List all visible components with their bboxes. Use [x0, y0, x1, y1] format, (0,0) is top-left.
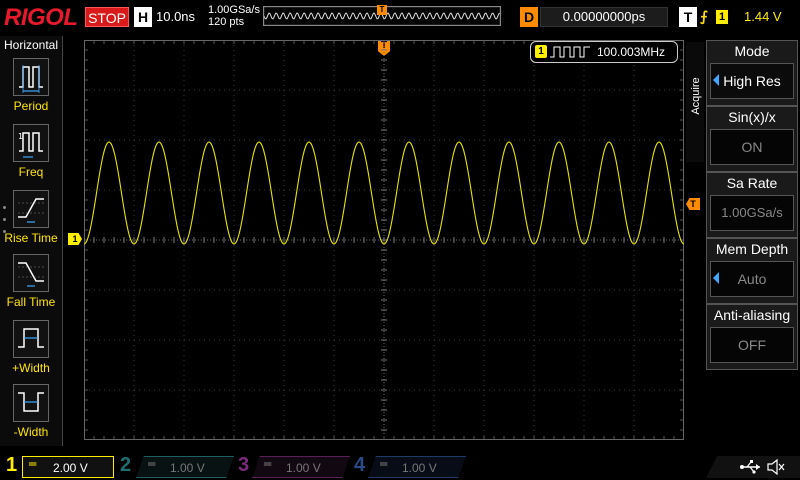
rise-time-icon: [18, 198, 44, 223]
sample-rate-menu[interactable]: Sa Rate 1.00GSa/s: [706, 172, 798, 238]
ch4-coupling-icon: ═: [380, 457, 388, 471]
ch3-number[interactable]: 3: [238, 454, 249, 477]
panel-title: Horizontal: [3, 38, 59, 52]
acquire-mode-text: High Res: [723, 73, 781, 89]
measurement-channel-badge: 1: [535, 45, 547, 58]
delay-label: D: [520, 7, 538, 27]
acquire-menu-tab: Acquire: [686, 42, 704, 162]
ch1-offset-marker[interactable]: 1: [68, 233, 82, 245]
memory-depth-menu[interactable]: Mem Depth Auto: [706, 238, 798, 304]
anti-aliasing-value[interactable]: OFF: [710, 327, 794, 363]
measure-negative-width-label: -Width: [13, 425, 49, 439]
ch2-coupling-icon: ═: [148, 457, 156, 471]
measure-rise-time-button[interactable]: [13, 190, 49, 228]
frequency-measurement-readout[interactable]: 1 100.003MHz: [530, 41, 678, 63]
measure-negative-width-button[interactable]: [13, 384, 49, 422]
delay-value[interactable]: 0.00000000ps: [540, 7, 668, 27]
memory-overview-bar: T: [263, 5, 501, 26]
memory-trigger-marker: T: [377, 5, 387, 15]
measurement-value: 100.003MHz: [597, 45, 666, 59]
positive-width-icon: [18, 328, 44, 348]
anti-aliasing-menu[interactable]: Anti-aliasing OFF: [706, 304, 798, 370]
measure-fall-time-label: Fall Time: [6, 295, 56, 309]
channel-status-bar: 1 ═ 2.00 V 2 ═ 1.00 V 3 ═ 1.00 V 4 ═ 1.0…: [0, 452, 800, 480]
horizontal-label: H: [134, 7, 152, 27]
fall-time-icon: [18, 262, 44, 287]
menu-title-sinx: Sin(x)/x: [728, 109, 776, 125]
svg-text:1: 1: [18, 132, 23, 141]
ch1-coupling-icon: ═: [29, 457, 37, 471]
menu-title-anti-aliasing: Anti-aliasing: [713, 307, 791, 323]
trigger-label: T: [679, 7, 697, 27]
pulse-train-icon: [550, 46, 590, 58]
speaker-icon[interactable]: [766, 459, 786, 475]
sinx-value[interactable]: ON: [710, 129, 794, 165]
status-icon-tray: [706, 456, 800, 478]
brand-logo: RIGOL: [4, 4, 78, 31]
memory-depth-text: Auto: [737, 271, 767, 287]
measure-frequency-label: Freq: [18, 165, 44, 179]
measure-period-label: Period: [13, 99, 49, 113]
memory-points-value: 120 pts: [208, 16, 245, 28]
negative-width-icon: [18, 392, 44, 412]
sinx-menu[interactable]: Sin(x)/x ON: [706, 106, 798, 172]
ch1-scale-box[interactable]: ═ 2.00 V: [22, 456, 114, 478]
ch4-scale-box[interactable]: ═ 1.00 V: [368, 456, 466, 478]
rising-edge-icon: ⨍: [700, 9, 708, 25]
trigger-source-badge: 1: [716, 10, 728, 24]
measure-period-button[interactable]: [13, 58, 49, 96]
usb-icon: [740, 460, 760, 474]
acquire-mode-value[interactable]: High Res: [710, 63, 794, 99]
run-stop-status[interactable]: STOP: [85, 7, 129, 27]
sample-info: 1.00GSa/s 120 pts: [208, 4, 260, 28]
waveform-graticule[interactable]: [84, 40, 684, 440]
selector-arrow-icon: [713, 272, 719, 284]
ch2-scale-box[interactable]: ═ 1.00 V: [136, 456, 234, 478]
period-icon: [19, 65, 43, 93]
ch1-number[interactable]: 1: [6, 454, 17, 477]
frequency-icon: 1: [18, 132, 43, 158]
measure-frequency-button[interactable]: 1: [13, 124, 49, 162]
menu-title-mode: Mode: [734, 43, 770, 59]
timebase-value[interactable]: 10.0ns: [156, 9, 195, 24]
acquire-mode-menu[interactable]: Mode High Res: [706, 40, 798, 106]
horizontal-measure-panel: Horizontal Period 1 Freq Rise Time Fall …: [0, 36, 63, 446]
sample-rate-menu-value[interactable]: 1.00GSa/s: [710, 195, 794, 231]
measure-fall-time-button[interactable]: [13, 254, 49, 292]
ch2-scale: 1.00 V: [170, 461, 205, 475]
selector-arrow-icon: [713, 74, 719, 86]
menu-title-mem-depth: Mem Depth: [715, 241, 789, 257]
ch3-scale: 1.00 V: [286, 461, 321, 475]
ch4-number[interactable]: 4: [354, 454, 365, 477]
measure-positive-width-label: +Width: [12, 361, 50, 375]
acquire-menu-panel: Acquire Mode High Res Sin(x)/x ON Sa Rat…: [686, 40, 800, 446]
top-status-bar: RIGOL STOP H 10.0ns 1.00GSa/s 120 pts T …: [0, 0, 800, 34]
trigger-level-value[interactable]: 1.44 V: [744, 9, 782, 24]
measure-positive-width-button[interactable]: [13, 320, 49, 358]
ch4-scale: 1.00 V: [402, 461, 437, 475]
grid-lines: [84, 40, 684, 440]
ch1-scale: 2.00 V: [53, 461, 88, 475]
ch2-number[interactable]: 2: [120, 454, 131, 477]
memory-depth-value[interactable]: Auto: [710, 261, 794, 297]
measure-rise-time-label: Rise Time: [4, 231, 58, 245]
sample-rate-value: 1.00GSa/s: [208, 4, 260, 16]
ch3-scale-box[interactable]: ═ 1.00 V: [252, 456, 350, 478]
ch3-coupling-icon: ═: [264, 457, 272, 471]
menu-title-sa-rate: Sa Rate: [726, 175, 778, 191]
acquire-tab-label: Acquire: [690, 77, 702, 115]
